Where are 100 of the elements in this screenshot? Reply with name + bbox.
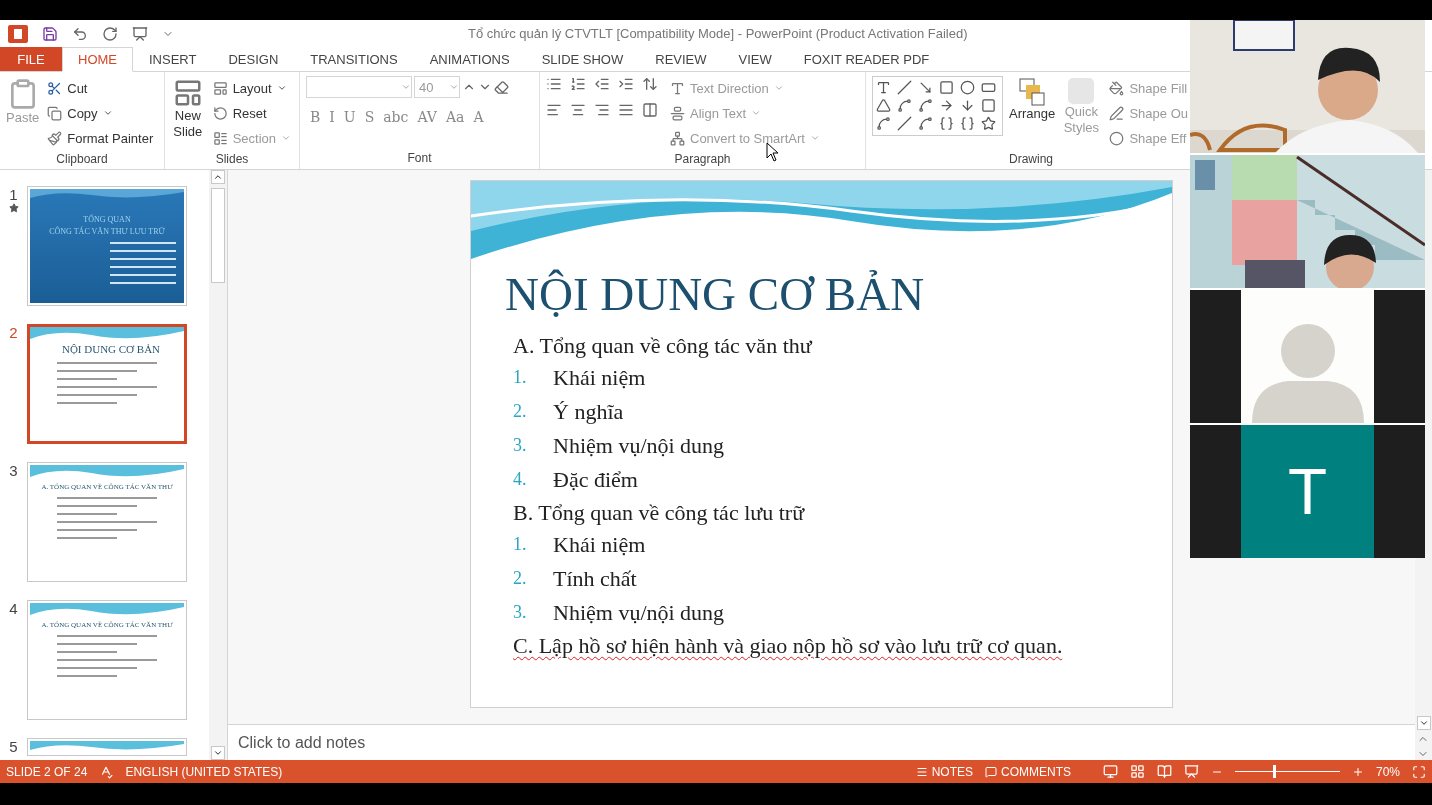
list-item-text: Đặc điểm [553,466,638,494]
scissors-icon [47,80,63,96]
group-label: Font [407,150,432,167]
copy-icon [47,105,63,121]
slideshow-icon[interactable] [1183,764,1199,779]
file-tab[interactable]: FILE [0,47,62,71]
caret-icon [401,82,411,92]
list-number: 2. [513,567,528,590]
reading-view-icon[interactable] [1156,764,1172,779]
list-number: 1. [513,366,528,389]
numbering-icon[interactable] [570,76,586,92]
font-format-button[interactable]: Aa [441,106,469,128]
list-item-text: Tính chất [553,565,637,593]
save-icon[interactable] [42,25,58,42]
ribbon-command[interactable]: Format Painter [45,126,156,150]
mouse-cursor-icon [766,142,780,162]
reset-icon [212,105,228,121]
ribbon-command[interactable]: Copy [45,101,156,125]
list-number: 2. [513,400,528,423]
pen-icon [1109,105,1125,121]
thumbnail-title: TỔNG QUAN [83,213,131,225]
section-icon [212,130,228,146]
group-label: Slides [215,151,249,168]
zoom-thumb[interactable] [1272,765,1276,778]
comments-button[interactable]: COMMENTS [984,764,1071,779]
section-heading: A. Tổng quan về công tác văn thư [513,333,812,360]
align-right-icon[interactable] [594,102,610,118]
line-spacing-icon[interactable] [642,76,658,92]
paintbrush-icon [47,130,63,146]
group-label: Clipboard [56,151,108,168]
slide-number: 3 [9,462,18,479]
slide-thumbnail[interactable]: TỔNG QUAN CÔNG TÁC VĂN THƯ LƯU TRỮ [27,186,187,306]
new-slide-button[interactable]: New Slide [171,76,205,150]
zoom-in-icon[interactable] [1351,765,1364,778]
fit-icon[interactable] [1412,764,1426,779]
caret-icon [281,133,291,143]
spellcheck-icon[interactable] [99,764,114,779]
font-format-button[interactable]: B [306,106,325,128]
presentation-icon[interactable] [132,25,148,42]
layout-icon [212,80,228,96]
undo-icon[interactable] [72,25,88,42]
group-label: Drawing [1008,151,1054,168]
list-item-text: Khái niệm [553,531,646,559]
font-size-field[interactable]: 40 [414,76,460,98]
eraser-icon[interactable] [494,79,509,95]
font-format-button[interactable]: abc [379,106,413,128]
shape-gallery[interactable] [872,76,1003,136]
list-number: 1. [513,533,528,556]
slide-number: 1 [9,186,18,203]
font-format-button[interactable]: AV [413,106,441,128]
list-item-text: Khái niệm [553,364,646,392]
thumbnail-title: CÔNG TÁC VĂN THƯ LƯU TRỮ [49,225,165,237]
list-item-text: Nhiệm vụ/nội dung [553,599,725,627]
ribbon-command[interactable]: Reset [210,101,293,125]
notes-placeholder[interactable]: Click to add notes [238,733,366,752]
thumbnail-title: NỘI DUNG CƠ BẢN [60,343,161,357]
font-format-button[interactable]: S [360,106,379,128]
arrange-button[interactable]: Arrange [1009,76,1056,150]
list-number: 3. [513,601,528,624]
ribbon-tab[interactable]: HOME [62,47,133,72]
grid-view-icon[interactable] [1129,764,1145,779]
align-text-icon [670,105,685,121]
comment-icon [984,765,997,778]
notes-icon [915,765,928,778]
slide-title: NỘI DUNG CƠ BẢN [504,267,926,321]
slide-thumbnail[interactable]: NỘI DUNG CƠ BẢN [27,324,187,444]
font-format-button[interactable]: U [339,106,360,128]
slide-count: SLIDE 2 OF 24 [6,764,88,779]
font-name-field[interactable] [306,76,412,98]
list-number: 3. [513,434,528,457]
caret-icon [751,108,762,118]
ribbon-command[interactable]: Cut [45,76,156,100]
normal-view-icon[interactable] [1102,764,1118,779]
notes-button[interactable]: NOTES [915,764,973,779]
justify-icon[interactable] [618,102,634,118]
decrease-indent-icon[interactable] [594,76,610,92]
caret-icon [102,108,113,118]
section-heading: C. Lập hồ sơ hiện hành và giao nộp hồ sơ vào lưu trữ cơ quan. [513,633,1063,660]
ribbon-command[interactable]: Layout [210,76,293,100]
smartart-icon [670,130,685,146]
language-label[interactable]: ENGLISH (UNITED STATES) [125,764,283,779]
slide-number: 2 [9,324,18,341]
list-item-text: Ý nghĩa [553,398,624,426]
redo-icon[interactable] [102,25,118,42]
bullets-icon[interactable] [546,76,562,92]
quick-styles-icon [1068,78,1095,104]
zoom-level[interactable]: 70% [1375,764,1400,779]
font-format-button[interactable]: I [325,106,339,128]
align-center-icon[interactable] [570,102,586,118]
list-number: 4. [513,468,528,491]
font-format-button[interactable]: A [469,106,488,128]
increase-indent-icon[interactable] [618,76,634,92]
align-left-icon[interactable] [546,102,562,118]
columns-icon[interactable] [642,102,658,118]
window-title: Tổ chức quản lý CTVTLT [Compatibility Mode] - PowerPoint (Product Activation Failed) [468,26,968,41]
scroll-up-button[interactable] [211,170,225,184]
caret-icon [773,83,784,93]
scroll-thumb[interactable] [211,188,225,283]
participant-initial: T [1241,425,1374,558]
slide-number: 5 [9,738,18,755]
